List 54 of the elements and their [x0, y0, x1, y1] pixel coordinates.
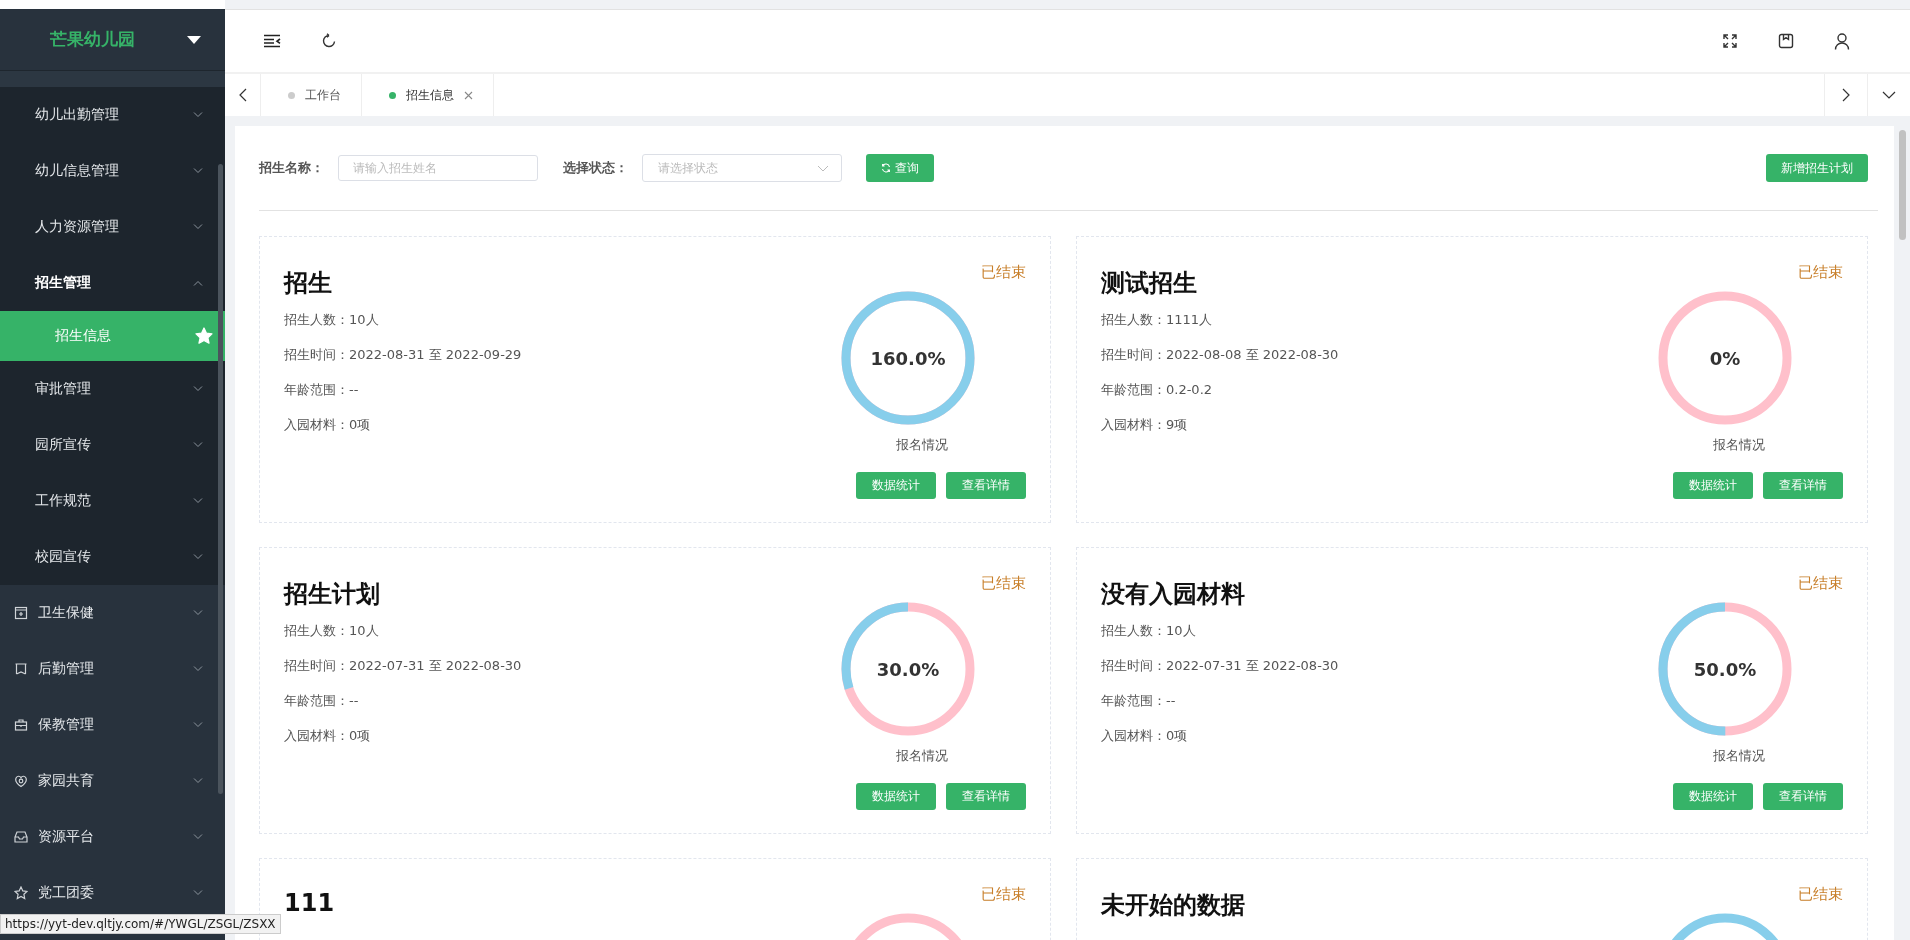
menu-label: 卫生保健 [38, 604, 95, 622]
percent-value: 30.0% [876, 658, 940, 680]
chart-caption: 报名情况 [1713, 747, 1765, 765]
info-line: 招生人数：10人 [284, 622, 380, 640]
info-line: 招生时间：2022-07-31 至 2022-08-30 [284, 657, 523, 675]
field-label: 招生名称： [259, 159, 324, 177]
field-label: 选择状态： [563, 159, 628, 177]
card-title: 测试招生 [1101, 268, 1198, 299]
percent-value: 160.0% [870, 347, 946, 369]
info-line: 年龄范围：-- [284, 381, 360, 399]
status-label: 已结束 [981, 263, 1026, 282]
info-line: 招生人数：1111人 [1101, 311, 1214, 329]
card-title: 111 [284, 889, 336, 917]
menu-label: 幼儿信息管理 [35, 162, 120, 180]
percent-value: 50.0% [1693, 658, 1757, 680]
chart-caption: 报名情况 [896, 747, 948, 765]
menu-label: 招生管理 [35, 274, 92, 292]
status-label: 已结束 [1798, 574, 1843, 593]
info-line: 年龄范围：0.2-0.2 [1101, 381, 1214, 399]
menu-label: 园所宣传 [35, 436, 92, 454]
status-label: 已结束 [1798, 263, 1843, 282]
card-title: 招生 [284, 268, 333, 299]
menu-label: 工作规范 [35, 492, 92, 510]
card-title: 未开始的数据 [1101, 890, 1246, 921]
menu-label: 幼儿出勤管理 [35, 106, 120, 124]
card-title: 没有入园材料 [1101, 579, 1246, 610]
link-url-tooltip: https://yyt-dev.qltjy.com/#/YWGL/ZSGL/ZSXX [0, 914, 281, 934]
info-line: 招生人数：10人 [284, 311, 380, 329]
menu-label: 人力资源管理 [35, 218, 120, 236]
info-line: 招生时间：2022-07-31 至 2022-08-30 [1101, 657, 1340, 675]
chart-caption: 报名情况 [1713, 436, 1765, 454]
info-line: 年龄范围：-- [1101, 692, 1177, 710]
status-label: 已结束 [1798, 885, 1843, 904]
menu-label: 保教管理 [38, 716, 95, 734]
info-line: 入园材料：0项 [284, 727, 372, 745]
info-line: 招生时间：2022-08-08 至 2022-08-30 [1101, 346, 1340, 364]
status-label: 已结束 [981, 574, 1026, 593]
menu-label: 党工团委 [38, 884, 95, 902]
status-label: 已结束 [981, 885, 1026, 904]
info-line: 入园材料：9项 [1101, 416, 1189, 434]
info-line: 入园材料：0项 [284, 416, 372, 434]
info-line: 入园材料：0项 [1101, 727, 1189, 745]
menu-label: 招生信息 [55, 327, 112, 345]
menu-label: 家园共育 [38, 772, 95, 790]
percent-value: 0% [1709, 347, 1741, 369]
menu-label: 后勤管理 [38, 660, 95, 678]
menu-label: 审批管理 [35, 380, 92, 398]
info-line: 招生人数：10人 [1101, 622, 1197, 640]
menu-label: 校园宣传 [35, 548, 92, 566]
info-line: 招生时间：2022-08-31 至 2022-09-29 [284, 346, 523, 364]
card-title: 招生计划 [284, 579, 381, 610]
chart-caption: 报名情况 [896, 436, 948, 454]
info-line: 年龄范围：-- [284, 692, 360, 710]
menu-label: 资源平台 [38, 828, 95, 846]
